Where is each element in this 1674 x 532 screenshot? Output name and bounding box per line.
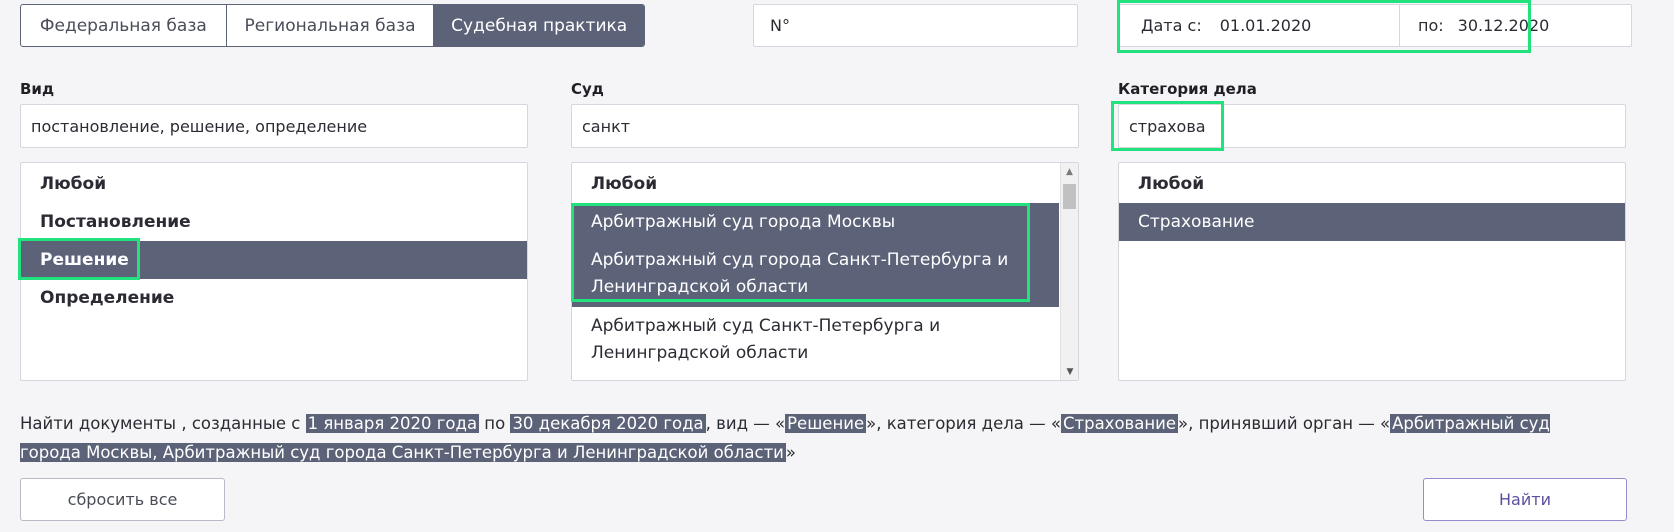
summary-date-from: 1 января 2020 года [305, 414, 480, 433]
vid-search-value: постановление, решение, определение [31, 116, 368, 136]
category-listbox: Любой Страхование [1118, 162, 1626, 381]
date-range-highlight [1117, 0, 1531, 53]
find-button[interactable]: Найти [1423, 478, 1627, 521]
summary-vid: Решение [785, 414, 867, 433]
summary-category: Страхование [1060, 414, 1179, 433]
court-selection-highlight [571, 203, 1030, 302]
list-item[interactable]: Арбитражный суд Санкт-Петербурга и Ленин… [572, 307, 1059, 373]
list-item[interactable]: Любой [572, 165, 1059, 203]
tab-regional[interactable]: Региональная база [227, 5, 435, 46]
source-tabs: Федеральная база Региональная база Судеб… [20, 4, 645, 47]
summary-text: », принявший орган — « [1178, 414, 1391, 433]
number-input[interactable]: N° [753, 4, 1078, 47]
number-input-value: N° [770, 16, 790, 35]
tab-court-practice[interactable]: Судебная практика [434, 5, 644, 46]
list-item[interactable]: Любой [21, 165, 527, 203]
summary-text: Найти документы , созданные с [20, 414, 306, 433]
vid-search-input[interactable]: постановление, решение, определение [20, 104, 528, 148]
summary-text: » [785, 443, 797, 462]
summary-text: », категория дела — « [866, 414, 1061, 433]
summary-date-to: 30 декабря 2020 года [510, 414, 706, 433]
tab-federal[interactable]: Федеральная база [21, 5, 227, 46]
vid-selection-highlight [18, 238, 140, 280]
list-item[interactable]: Определение [21, 279, 527, 317]
scroll-down-icon[interactable]: ▼ [1061, 363, 1078, 380]
court-search-input[interactable]: санкт [571, 104, 1079, 148]
category-input-highlight [1111, 101, 1224, 151]
summary-text: , вид — « [705, 414, 786, 433]
list-item[interactable]: Постановление [21, 203, 527, 241]
court-scrollbar[interactable]: ▲ ▼ [1060, 163, 1078, 380]
summary-text: по [479, 414, 511, 433]
court-label: Суд [571, 80, 604, 98]
list-item[interactable]: Любой [1119, 165, 1625, 203]
vid-label: Вид [20, 80, 55, 98]
search-summary: Найти документы , созданные с 1 января 2… [20, 409, 1590, 467]
category-label: Категория дела [1118, 80, 1257, 98]
reset-button[interactable]: сбросить все [20, 478, 225, 521]
scroll-up-icon[interactable]: ▲ [1061, 163, 1078, 180]
list-item[interactable]: Страхование [1119, 203, 1625, 241]
scroll-thumb[interactable] [1063, 184, 1076, 209]
court-search-value: санкт [582, 116, 631, 136]
